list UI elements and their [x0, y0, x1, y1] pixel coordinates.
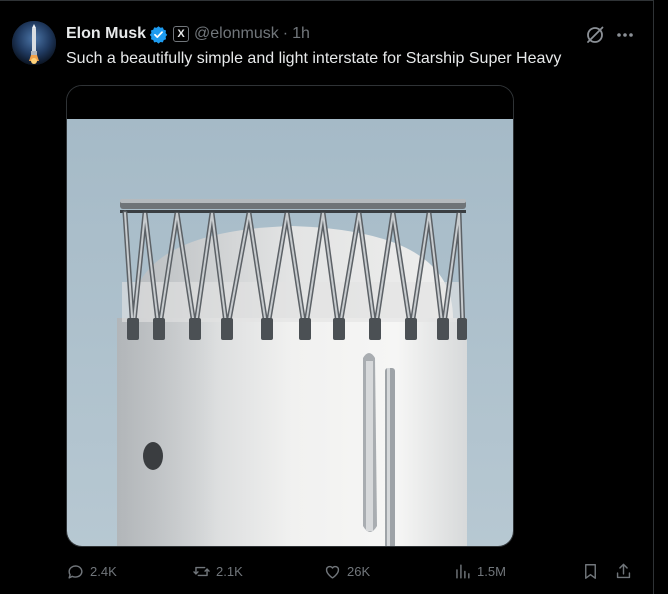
more-icon[interactable]: [614, 25, 636, 45]
x-affiliate-badge[interactable]: X: [173, 26, 190, 42]
tweet-header: Elon Musk X @elonmusk · 1h: [66, 23, 310, 45]
views-icon: [456, 563, 470, 579]
bookmark-button[interactable]: [581, 559, 600, 583]
share-button[interactable]: [614, 559, 633, 583]
like-count: 26K: [347, 563, 371, 579]
tweet-card[interactable]: Elon Musk X @elonmusk · 1h Such a beauti…: [0, 0, 654, 594]
like-button[interactable]: 26K: [323, 559, 370, 583]
views-count: 1.5M: [477, 563, 506, 579]
author-handle[interactable]: @elonmusk: [194, 25, 279, 43]
like-icon: [325, 565, 340, 579]
scrollbar[interactable]: [655, 0, 668, 594]
author-name[interactable]: Elon Musk: [66, 25, 146, 43]
grok-icon[interactable]: [585, 25, 605, 45]
repost-button[interactable]: 2.1K: [192, 559, 243, 583]
reply-button[interactable]: 2.4K: [66, 559, 117, 583]
views-button[interactable]: 1.5M: [453, 559, 506, 583]
tweet-photo[interactable]: [66, 85, 514, 547]
repost-icon: [193, 566, 210, 576]
avatar[interactable]: [12, 21, 56, 65]
avatar-image: [12, 21, 56, 65]
starship-interstage-image: [67, 86, 513, 546]
reply-icon: [68, 564, 83, 579]
bookmark-icon: [585, 563, 596, 579]
repost-count: 2.1K: [216, 563, 243, 579]
timestamp[interactable]: 1h: [292, 25, 310, 43]
reply-count: 2.4K: [90, 563, 117, 579]
tweet-actions: 2.4K 2.1K 26K 1.5M: [66, 559, 638, 583]
share-icon: [616, 563, 631, 578]
verified-badge-icon[interactable]: [149, 25, 168, 44]
separator-dot: ·: [282, 25, 289, 42]
tweet-text: Such a beautifully simple and light inte…: [66, 50, 562, 67]
